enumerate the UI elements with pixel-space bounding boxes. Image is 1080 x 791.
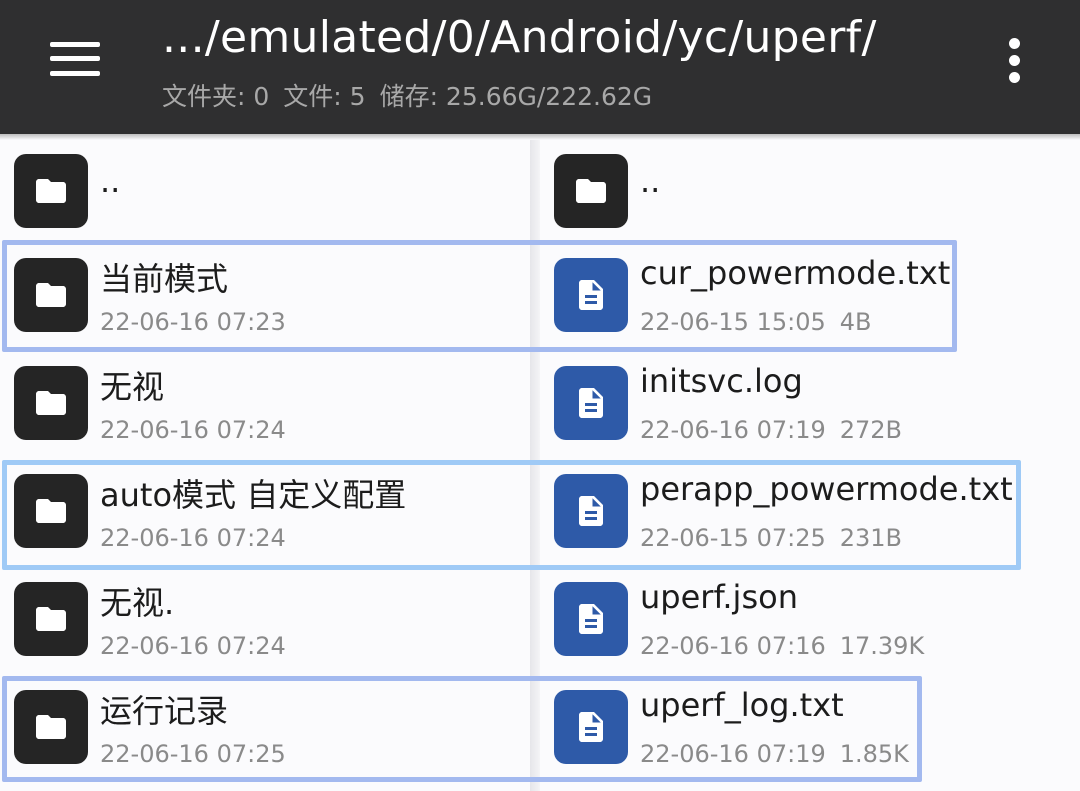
folder-icon: [14, 474, 88, 548]
folder-icon: [14, 258, 88, 332]
folder-date: 22-06-16 07:24: [100, 416, 286, 444]
folder-row[interactable]: 当前模式 22-06-16 07:23: [0, 244, 530, 348]
file-size: 4B: [839, 308, 872, 336]
parent-directory-label: ..: [640, 162, 661, 200]
folder-date: 22-06-16 07:25: [100, 740, 286, 768]
folder-icon: [554, 154, 628, 228]
storage-usage: 储存: 25.66G/222.62G: [379, 82, 653, 111]
current-path: .../emulated/0/Android/yc/uperf/: [162, 12, 877, 63]
file-count: 文件: 5: [283, 82, 366, 111]
document-icon: [554, 582, 628, 656]
parent-directory-label: ..: [100, 162, 121, 200]
folder-date: 22-06-16 07:24: [100, 632, 286, 660]
folder-row[interactable]: 运行记录 22-06-16 07:25: [0, 676, 530, 780]
document-icon: [554, 690, 628, 764]
file-size: 231B: [839, 524, 903, 552]
more-vert-icon: [1000, 38, 1030, 84]
menu-button[interactable]: [50, 42, 100, 76]
hamburger-menu-icon: [50, 42, 100, 76]
folder-icon: [14, 366, 88, 440]
directory-stats: 文件夹: 0 文件: 5 储存: 25.66G/222.62G: [162, 77, 666, 113]
right-pane: .. cur_powermode.txt 22-06-15 15:05 4B in…: [540, 140, 1080, 791]
document-icon: [554, 366, 628, 440]
folder-icon: [14, 690, 88, 764]
file-row[interactable]: perapp_powermode.txt 22-06-15 07:25 231B: [540, 460, 1080, 564]
file-date: 22-06-16 07:19: [640, 416, 826, 444]
file-date: 22-06-16 07:16: [640, 632, 826, 660]
left-pane: .. 当前模式 22-06-16 07:23 无视 22-06-16 07:24…: [0, 140, 530, 791]
folder-icon: [14, 582, 88, 656]
file-meta: 22-06-16 07:19 1.85K: [640, 740, 909, 768]
file-date: 22-06-15 07:25: [640, 524, 826, 552]
folder-row[interactable]: 无视. 22-06-16 07:24: [0, 568, 530, 672]
parent-directory-row[interactable]: ..: [0, 140, 530, 244]
file-meta: 22-06-15 15:05 4B: [640, 308, 871, 336]
file-row[interactable]: cur_powermode.txt 22-06-15 15:05 4B: [540, 244, 1080, 348]
folder-name: 无视.: [100, 584, 175, 622]
app-bar: .../emulated/0/Android/yc/uperf/ 文件夹: 0文…: [0, 0, 1080, 134]
file-meta: 22-06-16 07:19 272B: [640, 416, 902, 444]
file-size: 17.39K: [839, 632, 925, 660]
folder-date: 22-06-16 07:24: [100, 524, 286, 552]
file-name: perapp_powermode.txt: [640, 470, 1013, 508]
folder-row[interactable]: auto模式 自定义配置 22-06-16 07:24: [0, 460, 530, 564]
folder-date: 22-06-16 07:23: [100, 308, 286, 336]
file-row[interactable]: initsvc.log 22-06-16 07:19 272B: [540, 352, 1080, 456]
file-row[interactable]: uperf_log.txt 22-06-16 07:19 1.85K: [540, 676, 1080, 780]
folder-name: 无视: [100, 368, 165, 406]
folder-name: auto模式 自定义配置: [100, 476, 407, 514]
file-size: 272B: [839, 416, 903, 444]
file-name: initsvc.log: [640, 362, 803, 400]
folder-name: 运行记录: [100, 692, 229, 730]
file-date: 22-06-15 15:05: [640, 308, 826, 336]
file-name: uperf_log.txt: [640, 686, 844, 724]
folder-count: 文件夹: 0: [162, 82, 270, 111]
file-name: uperf.json: [640, 578, 798, 616]
file-size: 1.85K: [839, 740, 909, 768]
document-icon: [554, 258, 628, 332]
parent-directory-row[interactable]: ..: [540, 140, 1080, 244]
file-name: cur_powermode.txt: [640, 254, 951, 292]
file-meta: 22-06-16 07:16 17.39K: [640, 632, 924, 660]
overflow-menu-button[interactable]: [1000, 38, 1030, 84]
file-date: 22-06-16 07:19: [640, 740, 826, 768]
folder-row[interactable]: 无视 22-06-16 07:24: [0, 352, 530, 456]
pane-divider[interactable]: [530, 140, 540, 791]
folder-name: 当前模式: [100, 260, 229, 298]
file-meta: 22-06-15 07:25 231B: [640, 524, 902, 552]
folder-icon: [14, 154, 88, 228]
document-icon: [554, 474, 628, 548]
file-row[interactable]: uperf.json 22-06-16 07:16 17.39K: [540, 568, 1080, 672]
